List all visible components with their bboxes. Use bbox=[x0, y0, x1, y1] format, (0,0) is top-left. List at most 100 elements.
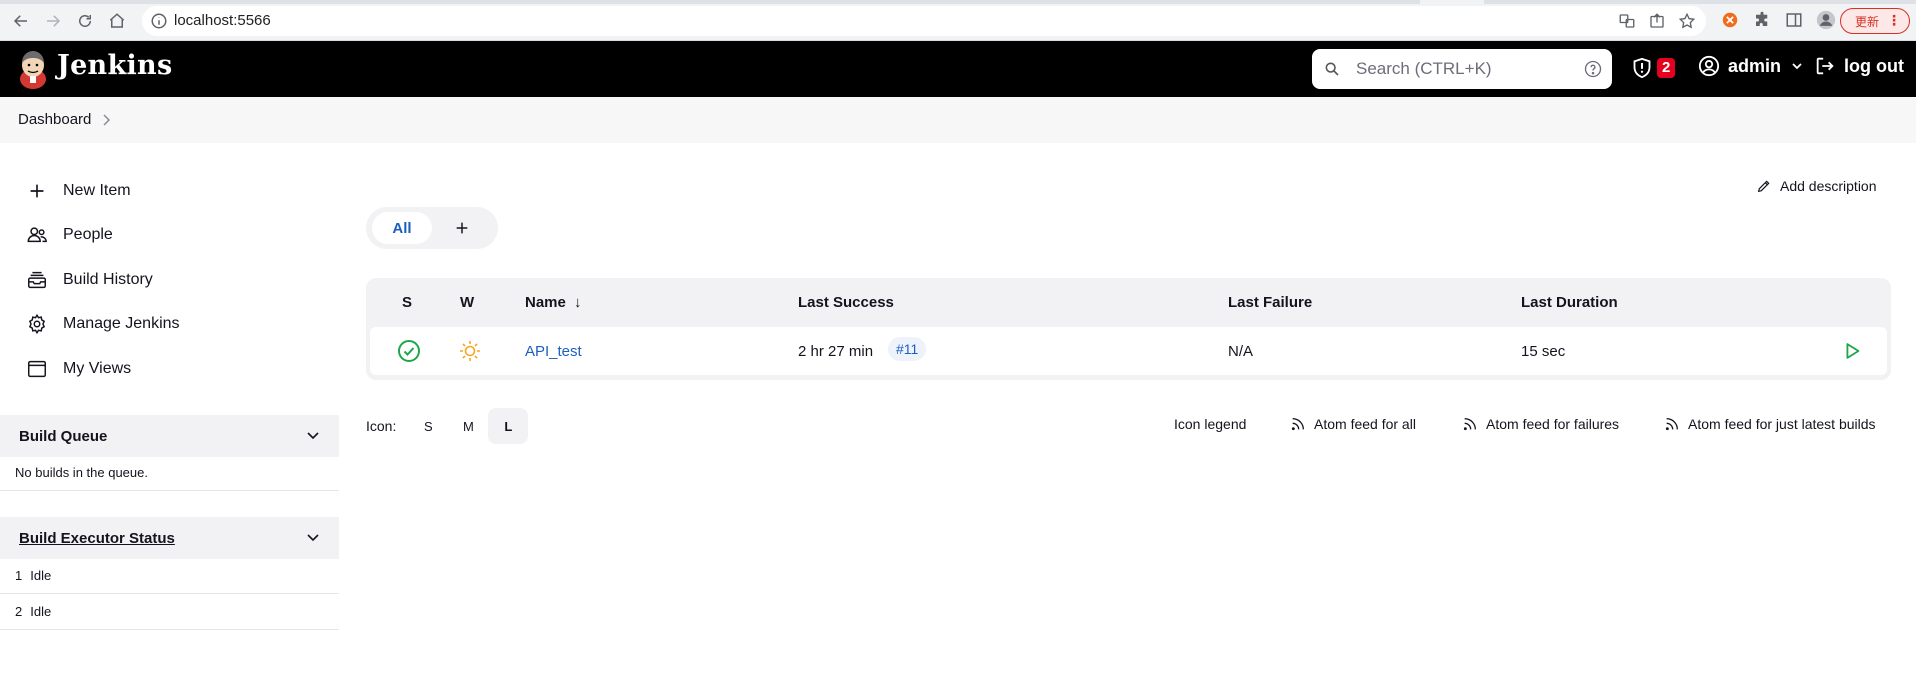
search-input[interactable] bbox=[1354, 57, 1564, 81]
home-icon[interactable] bbox=[106, 10, 128, 32]
schedule-build-play-icon[interactable] bbox=[1841, 340, 1863, 362]
task-build-history[interactable]: Build History bbox=[26, 268, 153, 292]
executor-state: Idle bbox=[30, 568, 52, 583]
logout-label[interactable]: log out bbox=[1844, 56, 1904, 77]
tab-strip-right bbox=[1484, 0, 1916, 4]
tab-strip bbox=[0, 0, 1420, 4]
window-icon bbox=[28, 360, 46, 378]
atom-feed-failures-link[interactable]: Atom feed for failures bbox=[1462, 416, 1619, 432]
side-panel-icon[interactable] bbox=[1784, 10, 1804, 30]
user-name[interactable]: admin bbox=[1728, 56, 1781, 77]
jenkins-brand[interactable]: Jenkins bbox=[57, 50, 172, 81]
task-manage-jenkins[interactable]: Manage Jenkins bbox=[26, 312, 180, 336]
user-avatar-icon bbox=[1698, 55, 1720, 77]
icon-size-m[interactable]: M bbox=[448, 408, 488, 444]
build-queue-header[interactable]: Build Queue bbox=[0, 415, 339, 457]
more-menu-icon[interactable]: ⋮ bbox=[1887, 12, 1901, 29]
gear-icon bbox=[28, 313, 46, 335]
site-info-icon[interactable] bbox=[150, 12, 168, 30]
build-queue-empty: No builds in the queue. bbox=[0, 455, 339, 491]
search-icon bbox=[1325, 62, 1339, 76]
reload-icon[interactable] bbox=[74, 10, 96, 32]
icon-size-l[interactable]: L bbox=[488, 408, 529, 444]
executor-row: 1 Idle bbox=[0, 558, 339, 594]
browser-update-button[interactable]: 更新 ⋮ bbox=[1840, 8, 1910, 34]
profile-icon[interactable] bbox=[1816, 10, 1836, 30]
atom-feed-all-link[interactable]: Atom feed for all bbox=[1290, 416, 1416, 432]
chevron-down-icon[interactable] bbox=[307, 431, 319, 441]
view-tabs: All bbox=[366, 207, 498, 249]
security-badge: 2 bbox=[1657, 58, 1676, 78]
last-duration-value: 15 sec bbox=[1521, 343, 1566, 360]
atom-feed-latest-link[interactable]: Atom feed for just latest builds bbox=[1664, 416, 1876, 432]
forward-icon[interactable] bbox=[42, 10, 64, 32]
rss-icon bbox=[1463, 418, 1476, 431]
last-failure-value: N/A bbox=[1228, 343, 1254, 360]
breadcrumb-chevron-icon[interactable] bbox=[100, 113, 112, 127]
chevron-down-icon[interactable] bbox=[307, 533, 319, 543]
projects-table: S W Name ↓ Last Success Last Failure Las… bbox=[366, 278, 1891, 380]
sort-arrow-icon[interactable]: ↓ bbox=[574, 294, 582, 311]
jenkins-logo-icon[interactable] bbox=[16, 49, 50, 89]
last-success-build-link[interactable]: #11 bbox=[888, 337, 927, 361]
user-menu[interactable]: admin bbox=[1698, 55, 1803, 77]
back-icon[interactable] bbox=[10, 10, 32, 32]
logout-link[interactable]: log out bbox=[1814, 55, 1904, 77]
extensions-puzzle-icon[interactable] bbox=[1752, 10, 1772, 30]
task-my-views[interactable]: My Views bbox=[26, 357, 131, 381]
task-label[interactable]: New Item bbox=[63, 182, 131, 200]
executor-status-title[interactable]: Build Executor Status bbox=[19, 530, 175, 547]
atom-feed-all-label[interactable]: Atom feed for all bbox=[1314, 416, 1416, 432]
new-view-button[interactable] bbox=[450, 216, 474, 240]
executor-number: 2 bbox=[15, 604, 23, 619]
breadcrumb-dashboard[interactable]: Dashboard bbox=[18, 111, 91, 128]
header-last-failure[interactable]: Last Failure bbox=[1228, 294, 1312, 311]
task-new-item[interactable]: New Item bbox=[26, 179, 131, 203]
search-box[interactable] bbox=[1312, 49, 1612, 89]
jenkins-header: Jenkins 2 admin log out bbox=[0, 41, 1916, 97]
people-icon bbox=[27, 227, 47, 243]
icon-size-label: Icon: bbox=[366, 418, 397, 434]
atom-feed-failures-label[interactable]: Atom feed for failures bbox=[1486, 416, 1619, 432]
executor-row: 2 Idle bbox=[0, 594, 339, 630]
icon-legend-label[interactable]: Icon legend bbox=[1174, 416, 1246, 432]
build-history-icon bbox=[28, 271, 46, 289]
chevron-down-icon[interactable] bbox=[1791, 60, 1803, 72]
task-label[interactable]: Build History bbox=[63, 271, 153, 289]
rss-icon bbox=[1665, 418, 1678, 431]
add-description-link[interactable]: Add description bbox=[1756, 178, 1877, 194]
task-label[interactable]: Manage Jenkins bbox=[63, 315, 180, 333]
header-name[interactable]: Name ↓ bbox=[525, 294, 582, 311]
url-text[interactable]: localhost:5566 bbox=[174, 12, 271, 29]
header-weather[interactable]: W bbox=[460, 294, 474, 311]
header-name-label[interactable]: Name bbox=[525, 294, 566, 311]
address-bar[interactable]: localhost:5566 bbox=[142, 6, 1706, 36]
executor-status-header[interactable]: Build Executor Status bbox=[0, 517, 339, 559]
success-status-icon[interactable] bbox=[397, 339, 421, 363]
help-icon[interactable] bbox=[1584, 60, 1602, 78]
executor-number: 1 bbox=[15, 568, 23, 583]
sunny-weather-icon[interactable] bbox=[458, 339, 482, 363]
atom-feed-latest-label[interactable]: Atom feed for just latest builds bbox=[1688, 416, 1876, 432]
icon-size-s[interactable]: S bbox=[408, 408, 448, 444]
security-monitor[interactable]: 2 bbox=[1632, 57, 1676, 79]
add-description-label[interactable]: Add description bbox=[1780, 178, 1877, 194]
task-label[interactable]: People bbox=[63, 226, 113, 244]
rss-icon bbox=[1291, 418, 1304, 431]
extension-orange-icon[interactable] bbox=[1720, 10, 1740, 30]
bookmark-star-icon[interactable] bbox=[1678, 12, 1696, 30]
table-row: API_test 2 hr 27 min #11 N/A 15 sec bbox=[370, 327, 1887, 375]
tab-all[interactable]: All bbox=[372, 212, 432, 244]
task-label[interactable]: My Views bbox=[63, 360, 131, 378]
task-people[interactable]: People bbox=[26, 223, 113, 247]
browser-toolbar: localhost:5566 更新 ⋮ bbox=[0, 0, 1916, 41]
job-link-api-test[interactable]: API_test bbox=[525, 343, 582, 360]
icon-legend-link[interactable]: Icon legend bbox=[1174, 416, 1246, 432]
header-status[interactable]: S bbox=[402, 294, 412, 311]
executor-state: Idle bbox=[30, 604, 52, 619]
translate-icon[interactable] bbox=[1618, 12, 1636, 30]
header-last-success[interactable]: Last Success bbox=[798, 294, 894, 311]
pencil-icon bbox=[1757, 180, 1770, 193]
header-last-duration[interactable]: Last Duration bbox=[1521, 294, 1618, 311]
share-icon[interactable] bbox=[1648, 12, 1666, 30]
